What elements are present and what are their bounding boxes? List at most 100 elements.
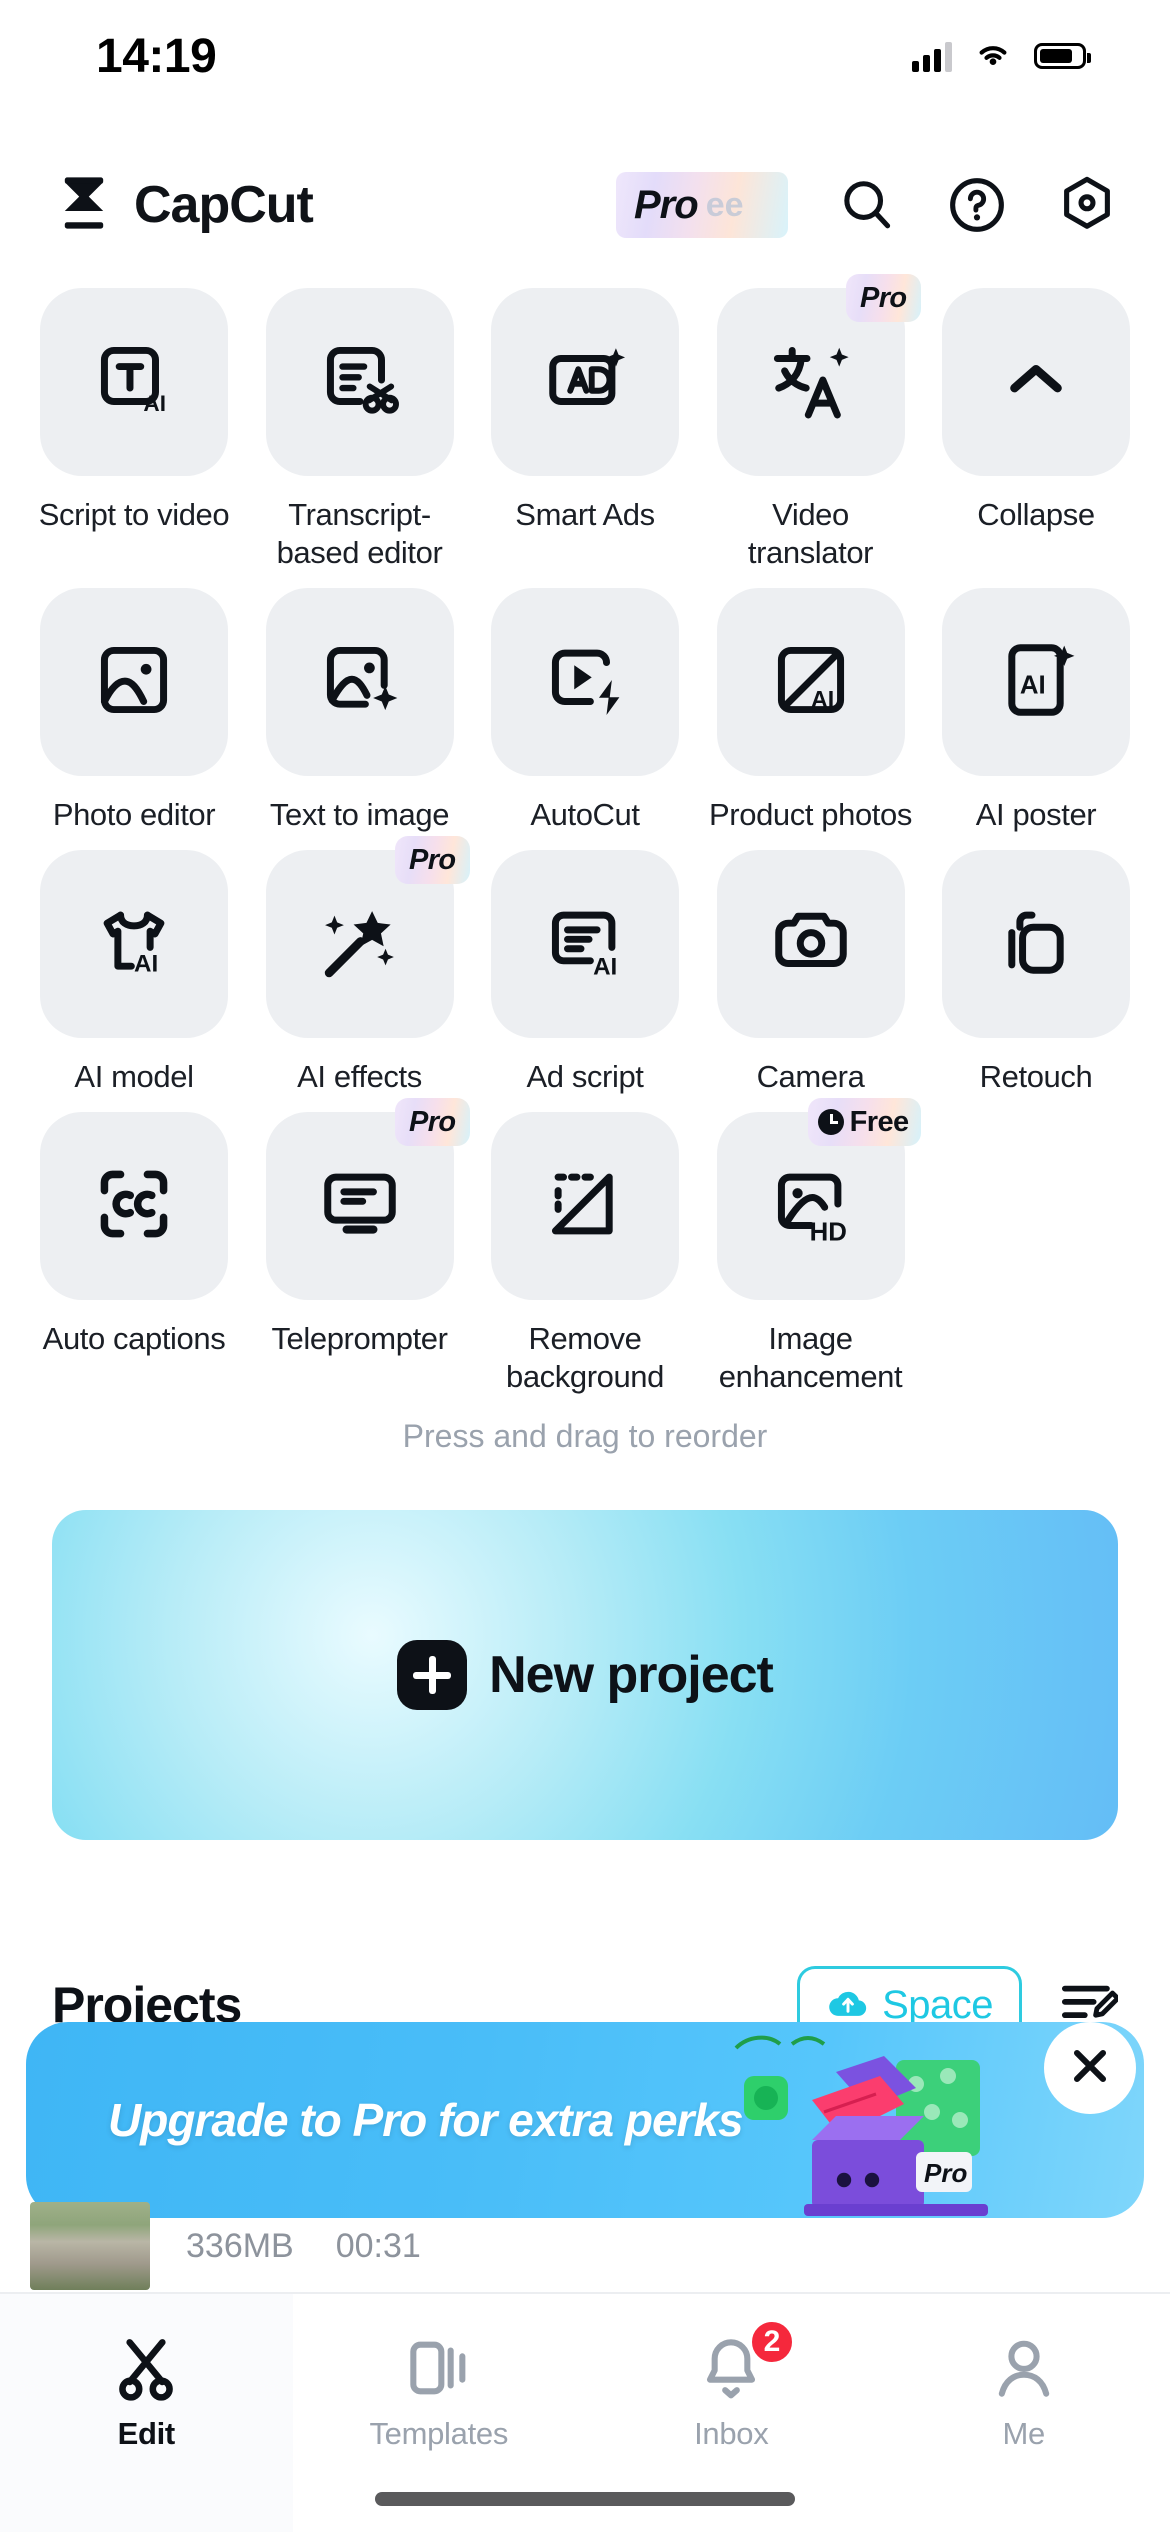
pro-upgrade-pill[interactable]: Pro ee (616, 172, 788, 238)
tool-remove-background[interactable]: Remove background (491, 1112, 679, 1396)
tool-tile[interactable]: AI (716, 588, 905, 776)
tool-tile[interactable]: Free HD (716, 1098, 921, 1300)
tool-ai-effects[interactable]: Pro AI effects (265, 836, 470, 1096)
tool-tile[interactable]: AI (40, 850, 228, 1038)
close-banner-button[interactable] (1044, 2022, 1136, 2114)
tool-video-translator[interactable]: Pro Video translator (716, 274, 921, 572)
tool-auto-captions[interactable]: Auto captions (40, 1112, 228, 1396)
tool-tile[interactable]: Pro (265, 1098, 470, 1300)
chevron-up-icon (993, 337, 1079, 428)
ai-effects-wand-icon (317, 899, 403, 990)
tool-ai-poster[interactable]: AI AI poster (942, 588, 1130, 834)
pro-badge: Pro (845, 274, 921, 322)
tab-label: Me (1002, 2416, 1046, 2451)
svg-text:AI: AI (143, 390, 166, 415)
tool-tile[interactable]: AI (491, 850, 679, 1038)
svg-text:HD: HD (809, 1218, 846, 1246)
tool-tile[interactable]: AI (40, 288, 228, 476)
tool-retouch[interactable]: Retouch (942, 850, 1130, 1096)
remove-background-icon (542, 1161, 628, 1252)
tool-ad-script[interactable]: AI Ad script (491, 850, 679, 1096)
banner-illustration: Pro (734, 2035, 988, 2216)
tool-row: AI AI model Pro AI effects AI Ad script … (40, 836, 1130, 1096)
tool-script-to-video[interactable]: AI Script to video (39, 288, 230, 572)
bottom-tab-bar: Edit Templates 2 Inbox Me (0, 2292, 1170, 2532)
tool-label: Teleprompter (271, 1321, 448, 1356)
teleprompter-icon (317, 1161, 403, 1252)
help-circle-icon[interactable] (946, 174, 1008, 236)
status-icons (912, 38, 1091, 75)
tool-label: AI model (74, 1059, 194, 1094)
tool-tile[interactable]: Pro (265, 836, 470, 1038)
project-size: 336MB (186, 2226, 294, 2265)
tab-label: Inbox (694, 2416, 769, 2451)
svg-text:AI: AI (593, 953, 617, 980)
tab-label: Templates (369, 2416, 509, 2451)
tool-label: Product photos (709, 797, 912, 832)
tool-image-enhancement[interactable]: Free HD Image enhancement (716, 1098, 921, 1396)
tool-label: Collapse (977, 497, 1095, 532)
tool-product-photos[interactable]: AI Product photos (709, 588, 912, 834)
autocut-icon (542, 637, 628, 728)
pro-badge-label: Pro (408, 1105, 456, 1138)
tool-text-to-image[interactable]: Text to image (265, 588, 454, 834)
tool-tile[interactable] (265, 288, 454, 476)
tool-transcript-based-editor[interactable]: Transcript-based editor (265, 288, 454, 572)
tool-tile[interactable] (491, 588, 679, 776)
svg-text:AI: AI (811, 685, 834, 711)
tool-teleprompter[interactable]: Pro Teleprompter (265, 1098, 470, 1396)
upgrade-banner[interactable]: Upgrade to Pro for extra perks Pro (26, 2022, 1144, 2218)
brand: CapCut (52, 171, 314, 240)
smart-ads-icon (542, 337, 628, 428)
wifi-icon (972, 38, 1014, 75)
tool-autocut[interactable]: AutoCut (491, 588, 679, 834)
pro-pill-label: Pro (634, 182, 699, 227)
pro-badge: Pro (394, 1098, 470, 1146)
pro-pill-ghost-label: ee (705, 185, 744, 224)
script-to-video-icon: AI (91, 337, 177, 428)
tab-me[interactable]: Me (878, 2294, 1170, 2532)
ai-poster-icon: AI (993, 637, 1079, 728)
tool-label: Video translator (747, 497, 874, 570)
tool-camera[interactable]: Camera (716, 850, 905, 1096)
tool-label: Transcript-based editor (276, 497, 443, 570)
tool-tile[interactable] (265, 588, 454, 776)
camera-icon (768, 899, 854, 990)
tool-tile[interactable] (40, 588, 228, 776)
tool-tile[interactable]: AI (942, 588, 1130, 776)
settings-gear-icon[interactable] (1056, 174, 1118, 236)
tab-edit[interactable]: Edit (0, 2294, 293, 2532)
tool-tile[interactable] (491, 288, 679, 476)
transcript-editor-icon (317, 337, 403, 428)
tool-ai-model[interactable]: AI AI model (40, 850, 228, 1096)
tool-label: AI poster (975, 797, 1097, 832)
project-list-item[interactable]: 336MB 00:31 (0, 2200, 1170, 2292)
tool-tile[interactable] (491, 1112, 679, 1300)
photo-editor-icon (91, 637, 177, 728)
status-bar: 14:19 (0, 0, 1170, 112)
tool-tile[interactable] (716, 850, 905, 1038)
home-indicator (375, 2492, 795, 2506)
search-icon[interactable] (836, 174, 898, 236)
templates-icon (404, 2332, 474, 2404)
free-badge-label: Free (849, 1105, 909, 1138)
svg-text:Pro: Pro (924, 2158, 967, 2188)
tool-photo-editor[interactable]: Photo editor (40, 588, 228, 834)
tool-tile[interactable] (40, 1112, 228, 1300)
header-actions: Pro ee (616, 172, 1118, 238)
tool-row: AI Script to video Transcript-based edit… (39, 274, 1130, 572)
tool-tile[interactable]: Pro (716, 274, 921, 476)
tool-label: Smart Ads (515, 497, 655, 532)
project-duration: 00:31 (335, 2226, 421, 2265)
capcut-home-screen: 14:19 CapCut Pro ee AI Script to video T… (0, 0, 1170, 2532)
text-to-image-icon (317, 637, 403, 728)
new-project-button[interactable]: New project (52, 1510, 1118, 1840)
tool-smart-ads[interactable]: Smart Ads (491, 288, 679, 572)
tool-tile[interactable] (942, 288, 1130, 476)
tool-grid: AI Script to video Transcript-based edit… (0, 274, 1170, 1455)
tool-label: AutoCut (530, 797, 640, 832)
tool-collapse[interactable]: Collapse (942, 288, 1130, 572)
banner-text: Upgrade to Pro for extra perks (108, 2094, 744, 2146)
tool-tile[interactable] (942, 850, 1130, 1038)
retouch-icon (993, 899, 1079, 990)
